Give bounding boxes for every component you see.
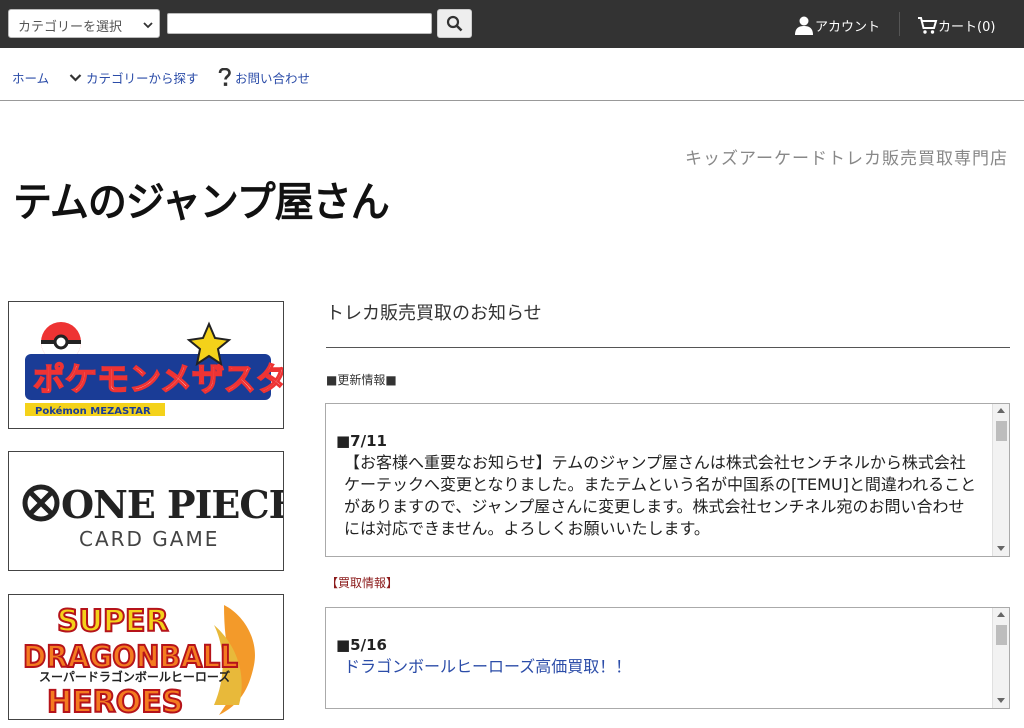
update-text: 【お客様へ重要なお知らせ】テムのジャンプ屋さんは株式会社センチネルから株式会社ケ… [344,453,977,538]
nav-contact-label: お問い合わせ [235,71,311,86]
search-input[interactable] [167,13,432,34]
banner-title: ONE PIECE [61,482,284,527]
nav-home[interactable]: ホーム [12,68,49,87]
divider [899,12,900,36]
shop-tagline: キッズアーケードトレカ販売買取専門店 [685,149,1008,169]
account-link[interactable]: アカウント [794,14,880,36]
buy-date: ■5/16 [336,636,387,654]
question-icon [218,68,231,86]
scrollbar[interactable] [992,608,1009,708]
shop-logo[interactable]: テムのジャンプ屋さん [13,170,390,229]
buy-link[interactable]: ドラゴンボールヒーローズ高価買取！！ [336,656,979,678]
update-date: ■7/11 [336,432,387,450]
chevron-down-icon [143,22,153,29]
update-info-box[interactable]: ■7/11 【お客様へ重要なお知らせ】テムのジャンプ屋さんは株式会社センチネルか… [325,403,1010,557]
update-section-label: ■更新情報■ [326,373,397,387]
nav-bar: ホーム カテゴリーから探す お問い合わせ [0,48,1024,101]
search-button[interactable] [437,9,472,38]
one-piece-logo: ONE PIECE CARD GAME [22,482,284,551]
banner-subtitle: CARD GAME [79,527,219,551]
nav-category-label: カテゴリーから探す [86,71,199,86]
update-content: ■7/11 【お客様へ重要なお知らせ】テムのジャンプ屋さんは株式会社センチネルか… [336,430,979,540]
category-select[interactable]: カテゴリーを選択 [8,9,160,38]
nav-contact[interactable]: お問い合わせ [218,68,310,87]
scrollbar[interactable] [992,404,1009,556]
top-bar: カテゴリーを選択 アカウント カート(0) [0,0,1024,48]
svg-text:SUPER: SUPER [57,604,169,639]
banner-title: ポケモンメザスタ [33,360,284,398]
buy-section-label: 【買取情報】 [326,576,399,590]
buy-info-box[interactable]: ■5/16 ドラゴンボールヒーローズ高価買取！！ [325,607,1010,709]
buy-content: ■5/16 ドラゴンボールヒーローズ高価買取！！ [336,634,979,678]
divider [326,347,1010,348]
banner-subtitle: Pokémon MEZASTAR [35,405,151,417]
banner-pokemon-mezastar[interactable]: ポケモンメザスタ Pokémon MEZASTAR [8,301,284,429]
banner-subtitle: スーパードラゴンボールヒーローズ [39,669,230,684]
category-select-label: カテゴリーを選択 [18,20,123,35]
scroll-up-icon[interactable] [997,408,1005,413]
nav-category[interactable]: カテゴリーから探す [69,68,199,87]
banner-one-piece[interactable]: ONE PIECE CARD GAME [8,451,284,571]
chevron-down-icon [69,73,82,82]
scroll-thumb[interactable] [996,625,1007,645]
scroll-up-icon[interactable] [997,612,1005,617]
pokemon-mezastar-logo: ポケモンメザスタ Pokémon MEZASTAR [25,321,284,417]
cart-icon [918,16,938,34]
search-icon [446,15,463,32]
scroll-down-icon[interactable] [997,546,1005,551]
banner-dragonball-heroes[interactable]: SUPER DRAGONBALL スーパードラゴンボールヒーローズ HEROES [8,594,284,720]
cart-link[interactable]: カート(0) [917,14,995,36]
cart-label: カート(0) [938,19,996,35]
page-title: トレカ販売買取のお知らせ [326,303,542,324]
account-label: アカウント [815,19,881,35]
user-icon [795,16,813,35]
scroll-down-icon[interactable] [997,698,1005,703]
dragonball-heroes-logo: SUPER DRAGONBALL スーパードラゴンボールヒーローズ HEROES [22,603,255,720]
svg-text:HEROES: HEROES [47,685,183,720]
scroll-thumb[interactable] [996,421,1007,441]
nav-home-label: ホーム [12,71,50,86]
